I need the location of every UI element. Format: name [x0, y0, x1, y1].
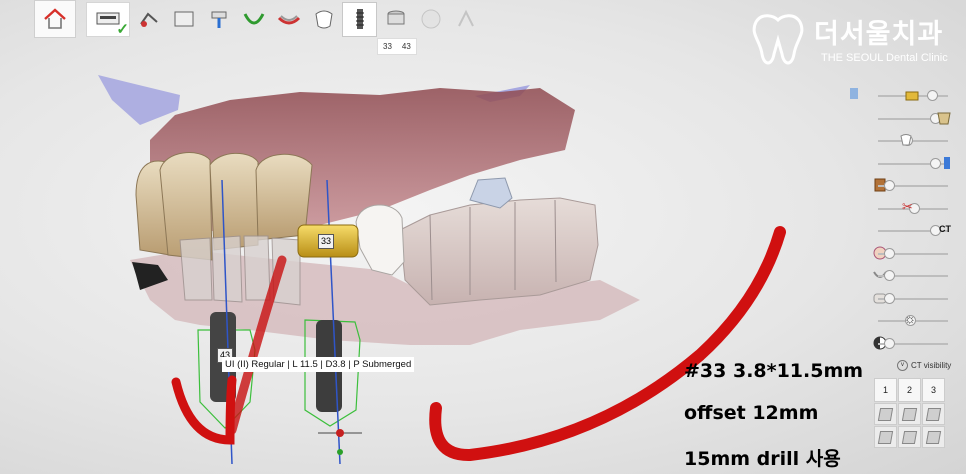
brightness-slider[interactable]: ☼ [846, 311, 962, 334]
view-right-button[interactable] [922, 403, 945, 425]
panoramic-icon [174, 11, 193, 27]
slider-knob[interactable] [884, 180, 896, 191]
tooth-logo-icon [752, 14, 804, 65]
ct-scan-button[interactable]: ✓ [86, 1, 130, 38]
tooth-crown-white [355, 204, 405, 276]
view-back-button[interactable] [922, 426, 945, 448]
note-implant-size: #33 3.8*11.5mm [684, 360, 864, 382]
tab-implant-43[interactable]: 43 [397, 39, 416, 54]
panoramic-button[interactable] [167, 3, 200, 36]
cube-icon [925, 430, 942, 444]
arch-slider[interactable] [846, 266, 962, 289]
brightness-icon: ☼ [904, 311, 916, 326]
cube-icon [925, 407, 942, 421]
cut-slider[interactable]: ✂ [846, 199, 962, 222]
crown-slider[interactable] [846, 109, 962, 132]
tooth-icon [900, 134, 912, 146]
check-icon: ✓ [116, 20, 129, 38]
slider-knob[interactable] [884, 292, 896, 304]
ct-visibility-toggle[interactable]: v CT visibility [897, 360, 951, 371]
crown-icon [314, 10, 333, 29]
view-bottom-button[interactable] [898, 426, 921, 448]
view-top-button[interactable] [874, 426, 897, 448]
view-button-2[interactable]: 2 [898, 378, 921, 402]
gold-sleeve-icon [905, 91, 919, 101]
nerve-canal-button[interactable] [202, 3, 235, 36]
model-align-icon [277, 15, 300, 25]
sleeve-button[interactable] [379, 3, 412, 36]
implant-info-label: UI (II) Regular | L 11.5 | D3.8 | P Subm… [222, 357, 415, 372]
ct-visibility-label: CT visibility [911, 361, 952, 370]
implant-visibility-icon [850, 88, 858, 99]
tooth-slider[interactable] [846, 131, 962, 154]
cube-icon [901, 407, 918, 421]
logo-english: THE SEOUL Dental Clinic [821, 52, 948, 64]
note-drill: 15mm drill 사용 [684, 448, 841, 470]
segmentation-button[interactable] [132, 3, 165, 36]
arch-icon [243, 13, 264, 25]
implant-icon [355, 9, 364, 29]
cube-icon [877, 407, 894, 421]
abutment [469, 177, 513, 209]
visibility-panel: ✂ CT ☼ [846, 86, 962, 356]
implant-slider[interactable] [846, 86, 962, 109]
chevron-down-icon: v [897, 360, 908, 371]
guide-icon [421, 9, 440, 29]
segmentation-icon [139, 12, 158, 27]
export-icon [457, 9, 474, 27]
guide-button[interactable] [414, 3, 447, 36]
pivot-handle[interactable] [336, 429, 344, 437]
logo-korean: 더서울치과 [814, 19, 944, 49]
cube-icon [901, 430, 918, 444]
sleeve-icon [387, 10, 404, 25]
note-offset: offset 12mm [684, 402, 819, 424]
slider-knob[interactable] [884, 270, 896, 281]
cube-icon [877, 430, 894, 444]
length-handle[interactable] [337, 449, 343, 455]
view-button-3[interactable]: 3 [922, 378, 945, 402]
model-align-button[interactable] [272, 3, 305, 36]
contrast-slider[interactable] [846, 334, 962, 357]
face-slider[interactable] [846, 244, 962, 267]
main-toolbar: ✓ [34, 0, 484, 38]
view-front-button[interactable] [874, 403, 897, 425]
view-buttons: 1 2 3 [874, 378, 945, 448]
view-button-1[interactable]: 1 [874, 378, 897, 402]
model-slider[interactable] [846, 289, 962, 312]
tooth-label-33[interactable]: 33 [318, 234, 335, 249]
ct-slider[interactable]: CT [846, 221, 962, 244]
3d-dental-scene[interactable] [0, 0, 966, 474]
home-icon [44, 8, 66, 29]
export-button[interactable] [449, 3, 482, 36]
crown-gold-icon [937, 112, 951, 124]
nerve-canal-icon [211, 11, 226, 28]
arch-button[interactable] [237, 3, 270, 36]
slider-knob[interactable] [884, 337, 896, 349]
slider-knob[interactable] [926, 90, 938, 101]
scan-flap-left [98, 75, 180, 125]
tab-implant-33[interactable]: 33 [378, 39, 397, 54]
slider-knob[interactable] [884, 247, 896, 259]
crown-button[interactable] [307, 3, 340, 36]
implant-button[interactable] [342, 1, 377, 37]
implant-tabs: 33 43 [377, 38, 417, 55]
home-button[interactable] [34, 0, 76, 38]
sleeve-slider[interactable] [846, 176, 962, 199]
scissors-icon: ✂ [902, 198, 913, 214]
canal-slider[interactable] [846, 154, 962, 177]
view-left-button[interactable] [898, 403, 921, 425]
blue-canal-icon [944, 156, 950, 169]
ct-label: CT [939, 224, 951, 234]
clinic-logo: 더서울치과 THE SEOUL Dental Clinic [748, 10, 960, 68]
